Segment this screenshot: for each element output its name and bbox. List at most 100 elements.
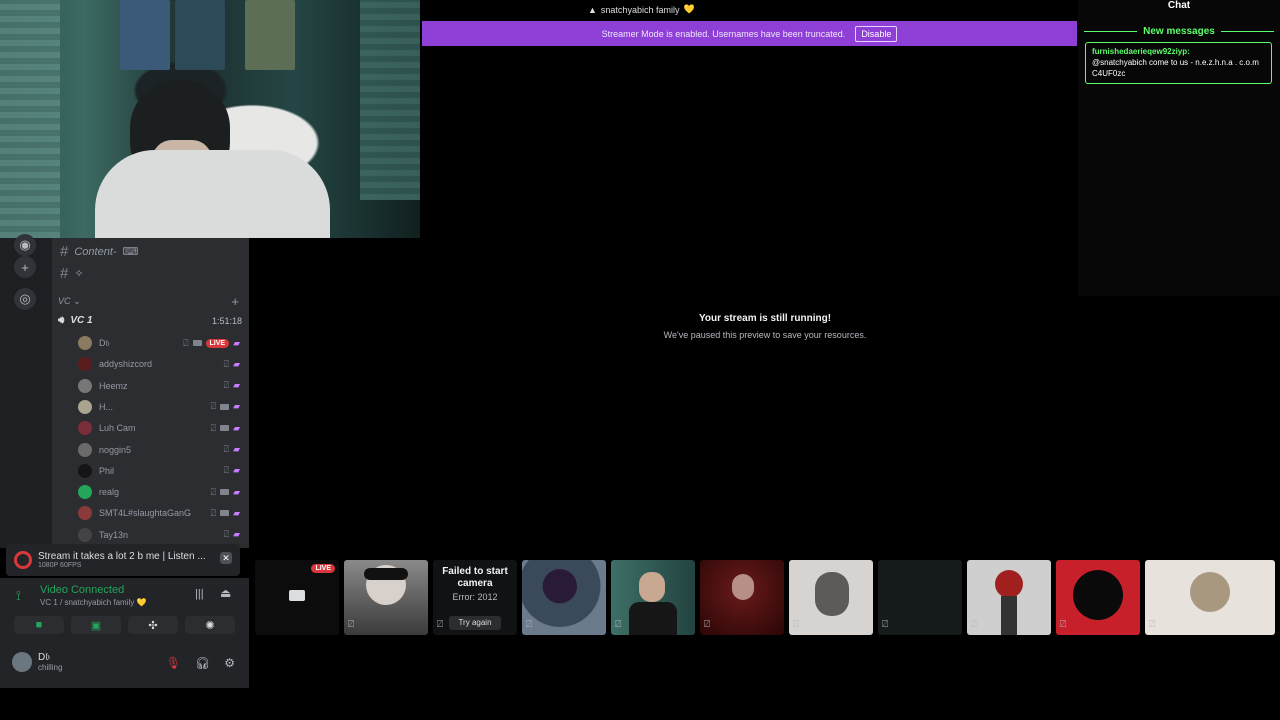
- user-area[interactable]: D𝔟 chilling: [12, 652, 62, 672]
- mic-muted-icon: ⍁: [615, 619, 621, 630]
- mic-muted-icon[interactable]: 🎙︎: [166, 656, 181, 670]
- voice-status[interactable]: Video Connected: [40, 584, 124, 596]
- server-icon[interactable]: ◉: [14, 234, 36, 256]
- sparkle-icon: ✧: [74, 268, 84, 280]
- voice-member[interactable]: realg ⍁ ▰: [78, 483, 240, 501]
- video-tile[interactable]: ⍁: [522, 560, 606, 635]
- mic-muted-icon: ⍁: [223, 358, 230, 369]
- voice-member[interactable]: Heemz ⍁ ▰: [78, 377, 240, 395]
- voice-member[interactable]: noggin5 ⍁ ▰: [78, 441, 240, 459]
- avatar-tile[interactable]: ⍁: [1145, 560, 1275, 635]
- live-ring-icon: [14, 551, 32, 569]
- avatar-tile[interactable]: ⍁: [878, 560, 962, 635]
- person-shirt: [95, 150, 330, 238]
- window-blinds: [0, 0, 60, 238]
- mic-muted-icon: ⍁: [1060, 619, 1066, 630]
- fail-title: Failed to start camera: [442, 566, 508, 589]
- activity-icon: ▰: [233, 337, 240, 348]
- video-tile[interactable]: ⍁: [344, 560, 428, 635]
- mic-muted-icon: ⍁: [223, 444, 230, 454]
- speaker-icon: 🔊︎: [58, 315, 65, 326]
- video-tile[interactable]: ⍁: [611, 560, 695, 635]
- voice-member[interactable]: H... ⍁ ▰: [78, 398, 240, 416]
- stream-status-bar[interactable]: Stream it takes a lot 2 b me | Listen ..…: [6, 544, 240, 576]
- avatar-tile[interactable]: ⍁: [789, 560, 873, 635]
- stream-owner-name: snatchyabich family: [600, 4, 680, 15]
- voice-member[interactable]: Luh Cam ⍁ ▰: [78, 419, 240, 437]
- channel-content[interactable]: # Content- ⌨: [60, 243, 138, 260]
- mic-muted-icon: ⍁: [210, 422, 217, 433]
- gear-icon[interactable]: ⚙: [224, 656, 235, 670]
- explore-icon[interactable]: ◎: [14, 288, 36, 310]
- stream-tile[interactable]: LIVE: [255, 560, 339, 635]
- disconnect-icon[interactable]: ⏏: [220, 586, 231, 600]
- avatar: [78, 378, 92, 393]
- avatar: [78, 485, 92, 500]
- disable-button[interactable]: Disable: [855, 25, 898, 42]
- chat-message[interactable]: furnishedaerieqew92ziyp: @snatchyabich c…: [1085, 42, 1272, 84]
- voice-channel-path: VC 1 / snatchyabich family 💛: [40, 598, 147, 607]
- voice-member[interactable]: SMT4L#slaughtaGanG ⍁ ▰: [78, 504, 240, 522]
- voice-channel[interactable]: 🔊︎ VC 1 1:51:18: [58, 315, 242, 326]
- avatar: [78, 399, 92, 414]
- try-again-button[interactable]: Try again: [449, 616, 501, 630]
- member-status-icons: ⍁ ▰: [224, 465, 240, 476]
- voice-member[interactable]: Phil ⍁ ▰: [78, 462, 240, 480]
- headphones-icon[interactable]: 🎧︎: [195, 656, 210, 670]
- close-icon[interactable]: ✕: [220, 552, 232, 564]
- member-status-icons: ⍁ ▰: [224, 380, 240, 391]
- add-server-icon[interactable]: +: [14, 256, 36, 278]
- stream-owner: ▲ snatchyabich family 💛: [588, 4, 695, 15]
- member-name: SMT4L#slaughtaGanG: [99, 508, 192, 519]
- activity-icon: ▰: [233, 486, 240, 497]
- member-name: Heemz: [99, 380, 128, 391]
- stream-quality: 1080P 60FPS: [38, 562, 82, 569]
- live-badge: LIVE: [311, 564, 335, 573]
- activity-icon: ▰: [233, 422, 240, 433]
- avatar-tile[interactable]: ⍁: [967, 560, 1051, 635]
- avatar: [78, 336, 92, 350]
- new-messages-divider: New messages: [1084, 26, 1274, 37]
- activity-icon: ▰: [233, 465, 240, 476]
- mic-muted-icon: ⍁: [704, 619, 710, 630]
- voice-channel-name: VC 1: [70, 315, 93, 326]
- category-header[interactable]: VC ⌄: [58, 296, 81, 307]
- member-status-icons: ⍁ ▰: [211, 401, 240, 412]
- voice-member[interactable]: addyshizcord ⍁ ▰: [78, 355, 240, 373]
- server-strip: ◉ + ◎: [0, 234, 52, 548]
- video-tile[interactable]: ⍁: [700, 560, 784, 635]
- activity-icon: ▰: [233, 529, 240, 540]
- activities-button[interactable]: ✣: [128, 616, 178, 634]
- voice-panel: ⟟ Video Connected VC 1 / snatchyabich fa…: [0, 578, 249, 688]
- user-icon: ▲: [588, 4, 597, 15]
- member-status-icons: ⍁ ▰: [224, 529, 240, 540]
- hash-icon: #: [60, 243, 69, 260]
- member-name: Tay13n: [99, 529, 129, 540]
- mic-muted-icon: ⍁: [793, 619, 799, 630]
- mic-muted-icon: ⍁: [223, 380, 230, 391]
- activity-icon: ▰: [233, 358, 240, 369]
- mic-muted-icon: ⍁: [210, 486, 217, 497]
- wall-poster: [245, 0, 295, 70]
- mic-muted-icon: ⍁: [210, 507, 217, 518]
- avatar-tile[interactable]: ⍁: [1056, 560, 1140, 635]
- window-blinds-right: [360, 0, 420, 200]
- soundboard-icon[interactable]: |||: [195, 588, 204, 600]
- channel-emoji[interactable]: # ✧: [60, 265, 84, 282]
- avatar: [78, 506, 92, 521]
- activity-icon: ▰: [233, 401, 240, 412]
- paused-title: Your stream is still running!: [698, 313, 832, 324]
- add-channel-icon[interactable]: +: [231, 294, 239, 309]
- camera-icon: [220, 510, 230, 517]
- avatar: [78, 442, 92, 457]
- camera-button[interactable]: ■: [14, 616, 64, 634]
- soundboard-button[interactable]: ✺: [185, 616, 235, 634]
- voice-member[interactable]: D𝔟 ⍁ LIVE ▰: [78, 334, 240, 352]
- member-status-icons: ⍁ ▰: [224, 359, 240, 370]
- screen-share-button[interactable]: ▣: [71, 616, 121, 634]
- activity-icon: ▰: [233, 380, 240, 391]
- voice-member[interactable]: Tay13n ⍁ ▰: [78, 526, 240, 544]
- mic-muted-icon: ⍁: [526, 619, 532, 630]
- member-name: D𝔟: [99, 337, 110, 348]
- member-status-icons: ⍁ LIVE ▰: [183, 338, 240, 349]
